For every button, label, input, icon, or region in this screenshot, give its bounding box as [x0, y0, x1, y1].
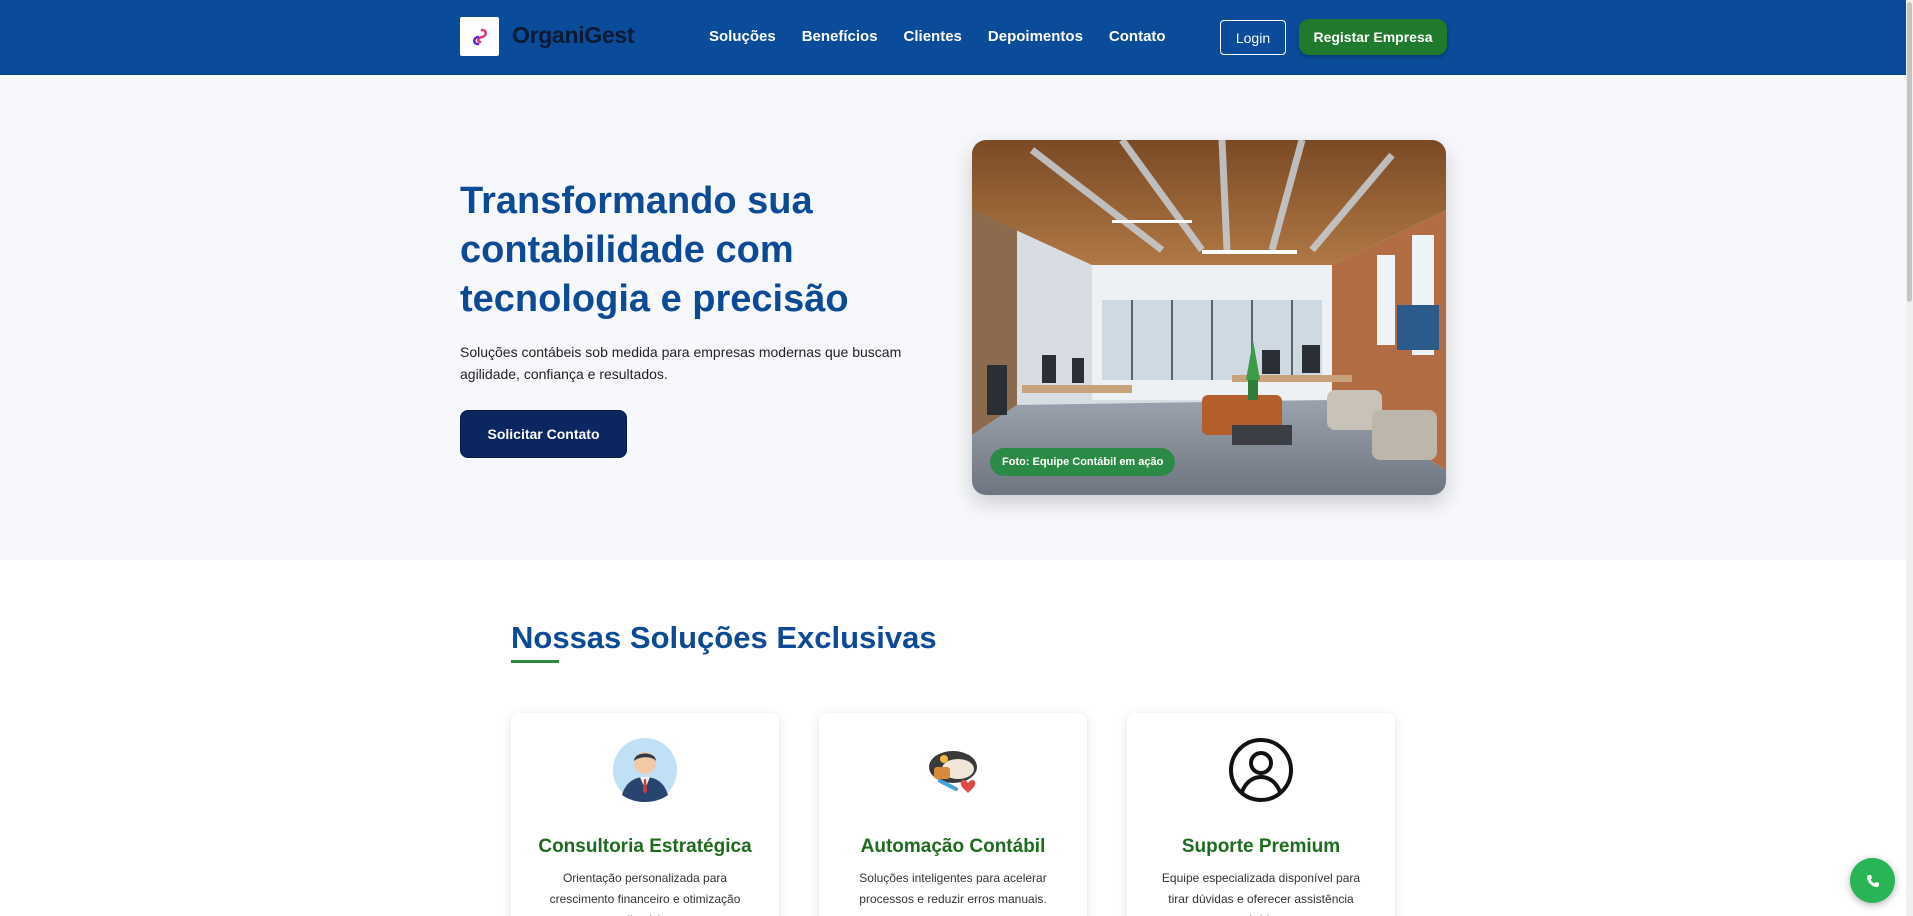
- card-title: Consultoria Estratégica: [538, 836, 752, 857]
- register-company-button[interactable]: Registar Empresa: [1299, 19, 1447, 55]
- user-circle-icon: [1229, 738, 1293, 802]
- site-header: OrganiGest Soluções Benefícios Clientes …: [0, 0, 1913, 75]
- whatsapp-button[interactable]: [1850, 858, 1895, 903]
- phone-icon: [1866, 874, 1879, 887]
- request-contact-button[interactable]: Solicitar Contato: [460, 410, 627, 458]
- card-text: Soluções inteligentes para acelerar proc…: [859, 871, 1047, 906]
- office-photo: [972, 140, 1446, 495]
- solutions-title: Nossas Soluções Exclusivas: [511, 620, 937, 655]
- brand-name[interactable]: OrganiGest: [512, 22, 635, 49]
- nav-link-beneficios[interactable]: Benefícios: [802, 28, 878, 45]
- consultant-avatar-icon: [613, 738, 677, 802]
- card-title: Automação Contábil: [860, 836, 1046, 857]
- hero-title: Transformando sua contabilidade com tecn…: [460, 180, 849, 320]
- card-title: Suporte Premium: [1181, 836, 1341, 857]
- hero-subtitle: Soluções contábeis sob medida para empre…: [460, 344, 902, 382]
- card-text: Equipe especializada disponível para tir…: [1161, 871, 1361, 916]
- nav-link-clientes[interactable]: Clientes: [904, 28, 962, 45]
- solution-card-automacao[interactable]: Automação Contábil Soluções inteligentes…: [819, 713, 1087, 916]
- nav-link-depoimentos[interactable]: Depoimentos: [988, 28, 1083, 45]
- logo-icon: [472, 28, 487, 45]
- main-nav: Soluções Benefícios Clientes Depoimentos…: [709, 28, 1192, 45]
- login-button[interactable]: Login: [1220, 20, 1286, 55]
- nav-link-solucoes[interactable]: Soluções: [709, 28, 776, 45]
- title-underline: [511, 660, 559, 663]
- nav-link-contato[interactable]: Contato: [1109, 28, 1166, 45]
- solution-card-suporte[interactable]: Suporte Premium Equipe especializada dis…: [1127, 713, 1395, 916]
- automation-illustration-icon: [929, 751, 977, 793]
- logo[interactable]: [460, 17, 499, 56]
- card-text: Orientação personalizada para cresciment…: [549, 871, 741, 916]
- scrollbar-thumb[interactable]: [1907, 2, 1912, 302]
- solution-card-consultoria[interactable]: Consultoria Estratégica Orientação perso…: [511, 713, 779, 916]
- photo-caption-badge: Foto: Equipe Contábil em ação: [990, 448, 1176, 476]
- hero-section: [0, 75, 1913, 560]
